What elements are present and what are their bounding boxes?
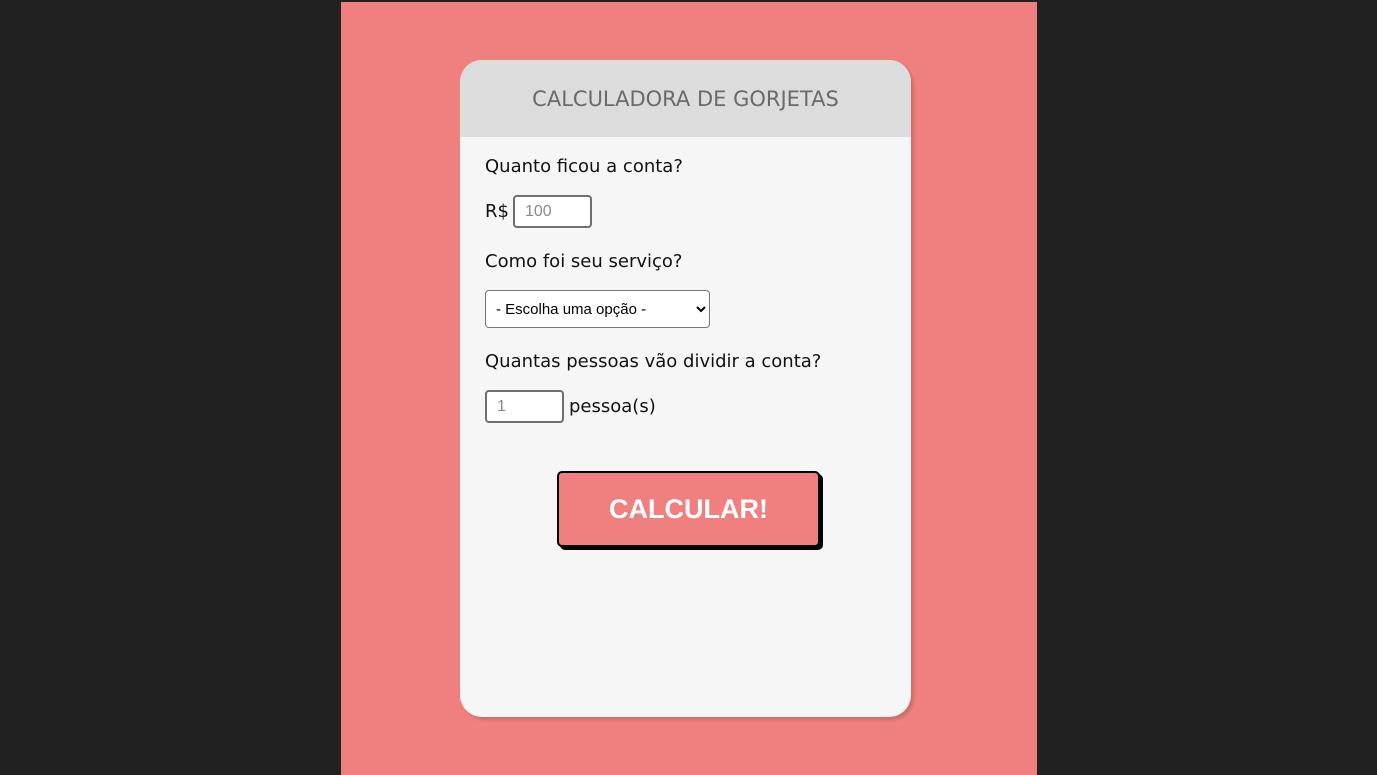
people-count-input[interactable] [485,390,564,423]
card-header: CALCULADORA DE GORJETAS [460,60,911,137]
calculate-button[interactable]: CALCULAR! [557,471,820,547]
people-question: Quantas pessoas vão dividir a conta? [485,351,822,372]
card-body: Quanto ficou a conta? R$ Como foi seu se… [460,137,911,547]
people-unit-label: pessoa(s) [569,396,656,417]
bill-question: Quanto ficou a conta? [485,156,683,177]
bill-amount-input[interactable] [512,195,592,228]
people-row: pessoa(s) [485,390,886,423]
currency-label: R$ [485,201,509,222]
service-row: - Escolha uma opção - [485,290,886,328]
page-title: CALCULADORA DE GORJETAS [532,86,839,111]
page-container: CALCULADORA DE GORJETAS Quanto ficou a c… [341,2,1037,775]
service-question: Como foi seu serviço? [485,251,683,272]
bill-row: R$ [485,195,886,228]
button-wrapper: CALCULAR! [485,471,886,547]
calculator-card: CALCULADORA DE GORJETAS Quanto ficou a c… [460,60,911,717]
service-quality-select[interactable]: - Escolha uma opção - [485,290,710,328]
